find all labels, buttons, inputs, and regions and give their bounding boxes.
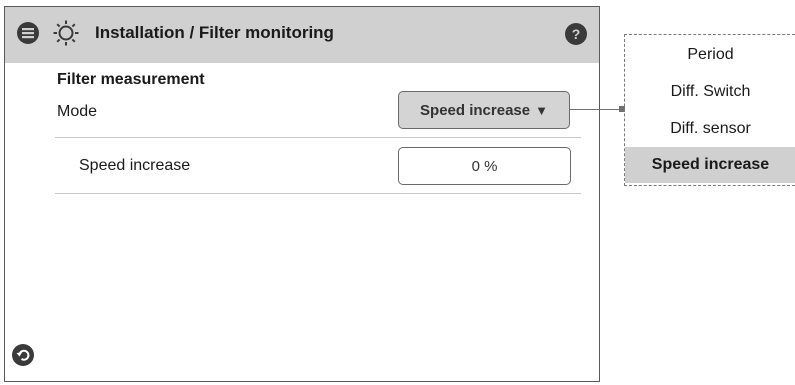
dropdown-option-diff-switch[interactable]: Diff. Switch: [625, 74, 795, 110]
gear-icon: [53, 20, 79, 46]
speed-increase-label: Speed increase: [79, 157, 191, 174]
mode-selected-value: Speed increase: [420, 101, 531, 119]
chevron-down-icon: ▼: [535, 102, 548, 118]
device-screen: Installation / Filter monitoring ? Filte…: [4, 6, 600, 382]
back-icon[interactable]: [12, 344, 34, 366]
dropdown-option-speed-increase[interactable]: Speed increase: [625, 147, 795, 183]
mode-select[interactable]: Speed increase ▼: [398, 91, 570, 129]
help-icon[interactable]: ?: [565, 23, 587, 45]
page-title: Installation / Filter monitoring: [95, 23, 334, 42]
divider: [55, 193, 581, 194]
connector-line: [570, 109, 622, 110]
dropdown-option-period[interactable]: Period: [625, 37, 795, 73]
dropdown-option-diff-sensor[interactable]: Diff. sensor: [625, 111, 795, 147]
section-title: Filter measurement: [57, 71, 205, 88]
help-glyph: ?: [572, 26, 581, 42]
header-bar: Installation / Filter monitoring ?: [5, 7, 599, 63]
menu-icon[interactable]: [17, 22, 39, 44]
speed-increase-value-field[interactable]: 0 %: [398, 147, 571, 185]
mode-dropdown-list: Period Diff. Switch Diff. sensor Speed i…: [624, 34, 795, 186]
divider: [55, 137, 581, 138]
speed-increase-value: 0 %: [471, 157, 498, 175]
mode-label: Mode: [57, 103, 98, 120]
